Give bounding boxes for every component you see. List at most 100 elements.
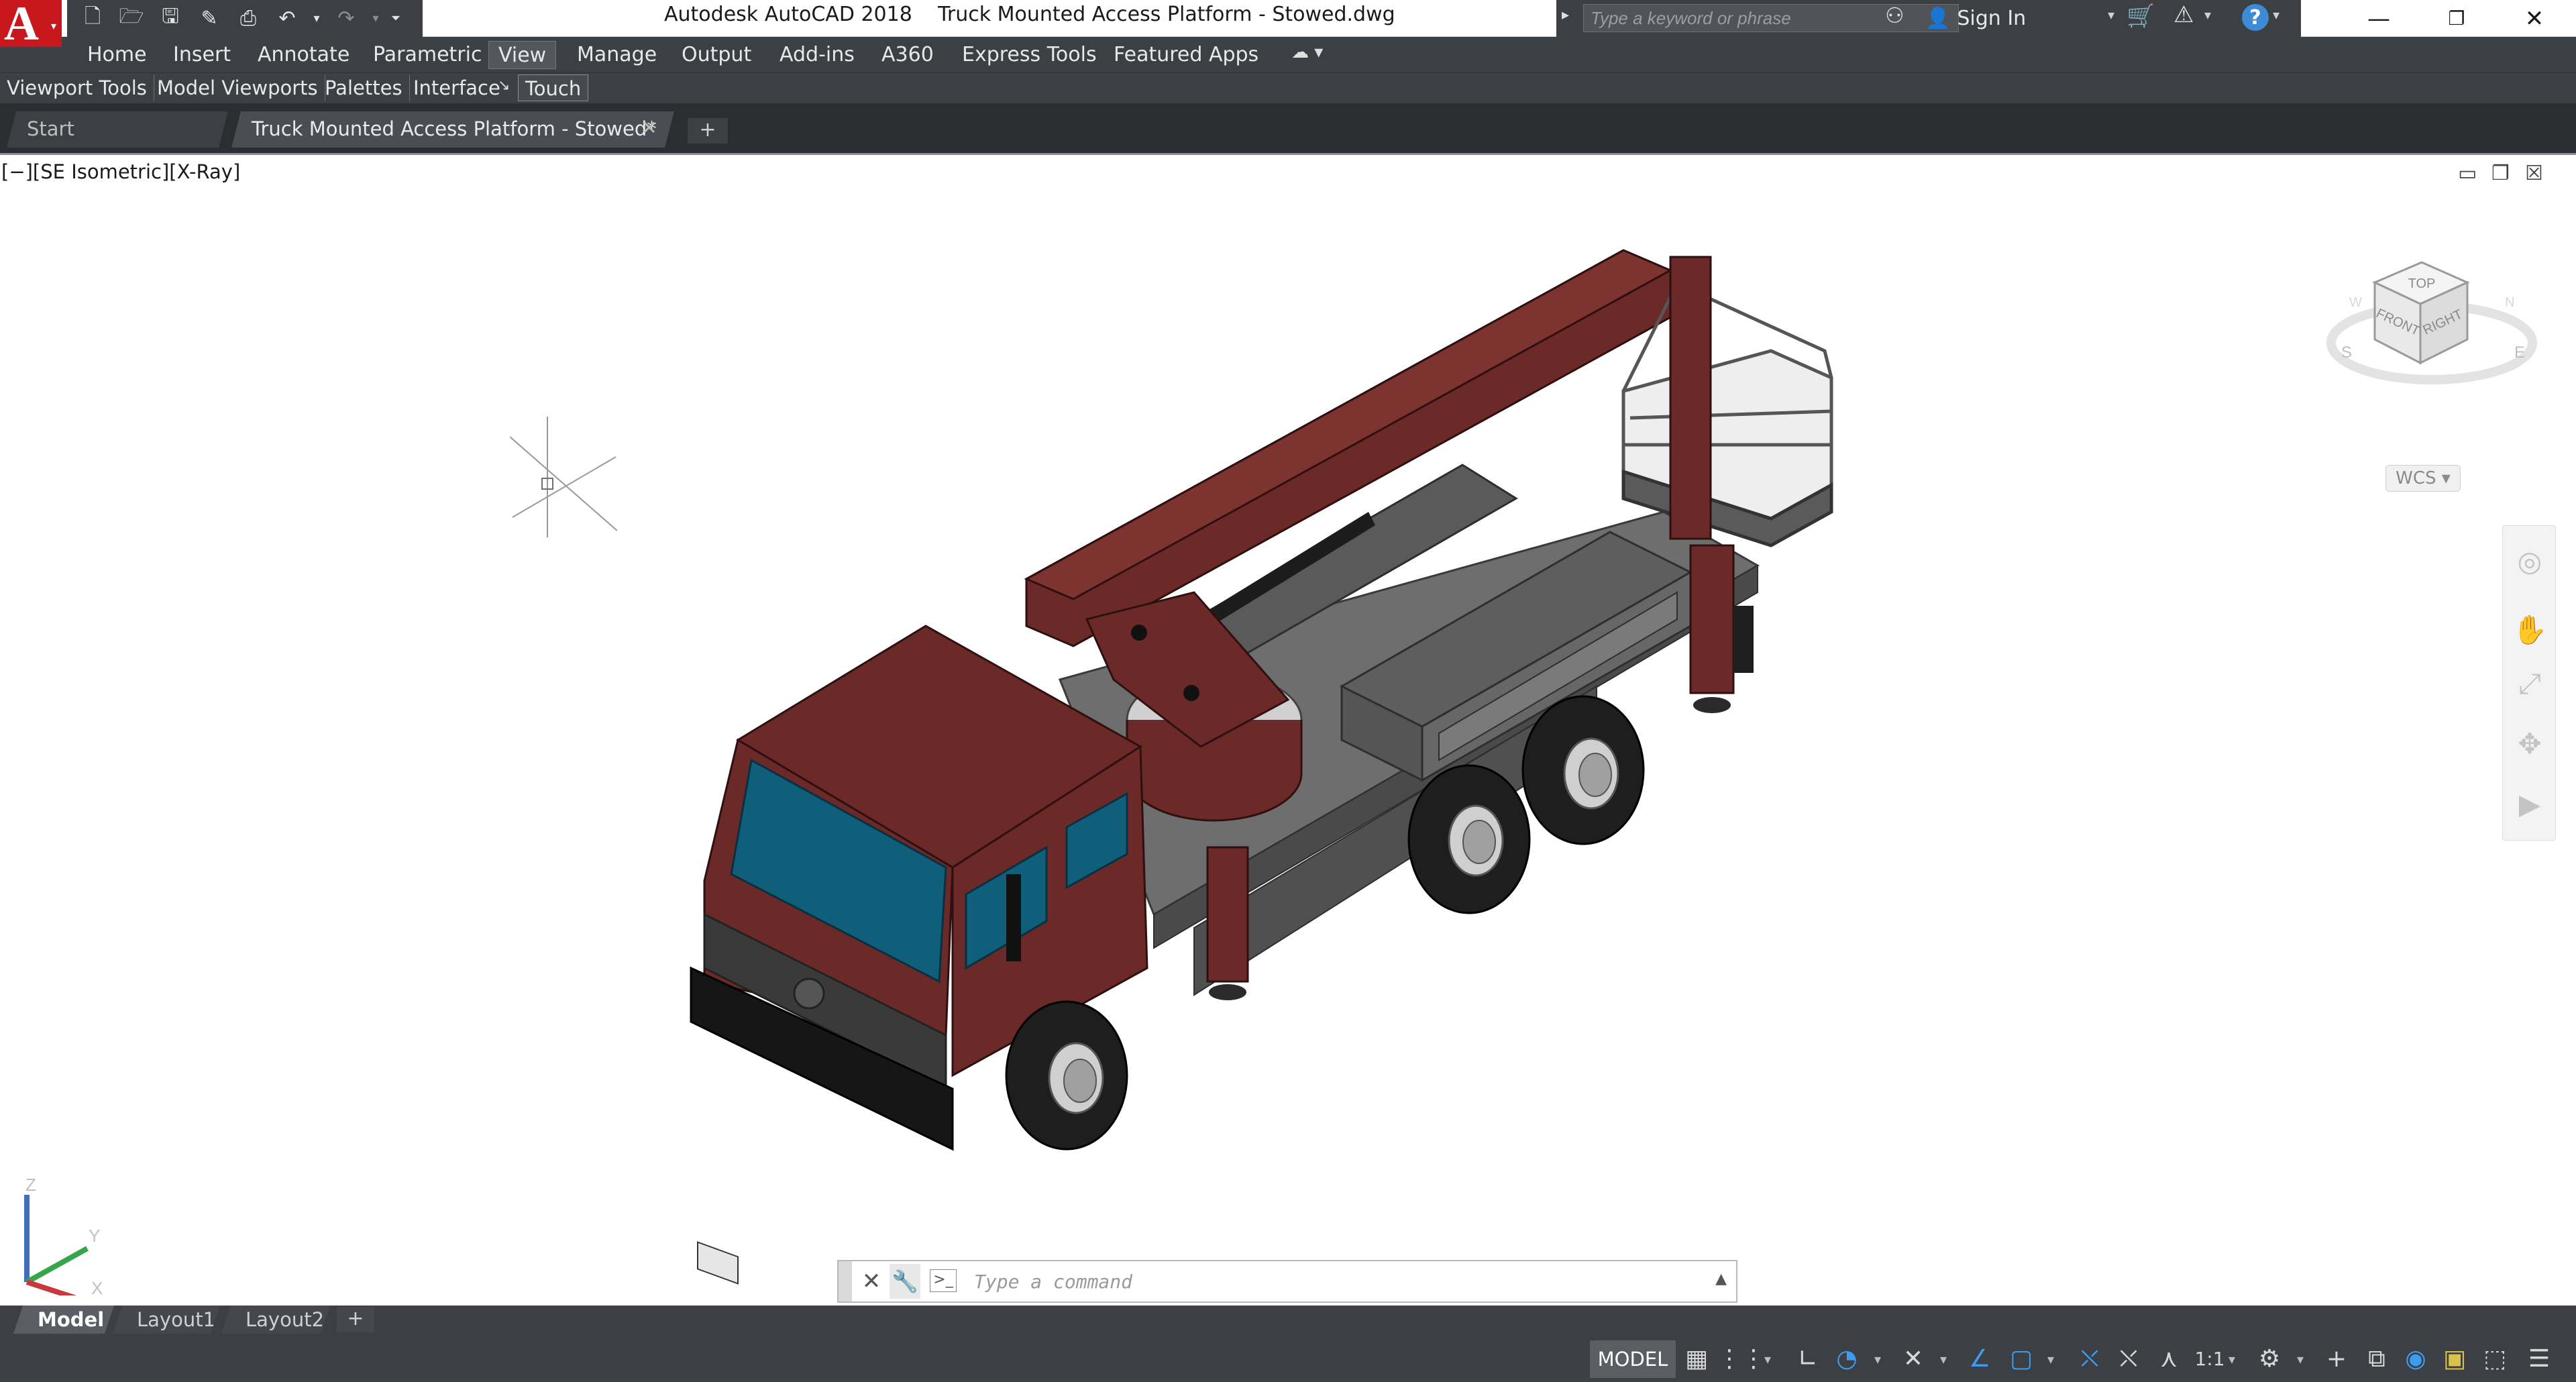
compass-west[interactable]: W bbox=[2349, 295, 2362, 310]
chevron-down-icon[interactable]: ▾ bbox=[1874, 1351, 1881, 1367]
plot-icon[interactable]: ⎙ bbox=[231, 3, 266, 34]
panel-model-viewports[interactable]: Model Viewports bbox=[150, 74, 325, 101]
chevron-down-icon[interactable]: ▾ bbox=[2204, 7, 2211, 23]
object-snap-icon[interactable]: ▢ bbox=[2006, 1343, 2037, 1375]
tab-parametric[interactable]: Parametric bbox=[364, 41, 491, 69]
model-space-button[interactable]: MODEL bbox=[1590, 1340, 1676, 1378]
status-bar: MODEL ▦ ⋮⋮ ▾ ∟ ◔ ▾ ✕ ▾ ∠ ▢ ▾ ⛌ ⛌ ⋏ 1:1 ▾… bbox=[0, 1336, 2576, 1382]
command-customize-icon[interactable]: 🔧 bbox=[890, 1264, 920, 1299]
expand-arrow-icon[interactable]: ▸ bbox=[1562, 7, 1569, 23]
tab-a360[interactable]: A360 bbox=[872, 41, 943, 69]
orbit-icon[interactable]: ✥ bbox=[2512, 727, 2547, 762]
tab-home[interactable]: Home bbox=[78, 41, 156, 69]
chevron-down-icon[interactable]: ▾ bbox=[2108, 7, 2114, 23]
chevron-down-icon[interactable]: ▾ bbox=[2273, 7, 2279, 23]
panel-touch[interactable]: Touch bbox=[518, 74, 589, 101]
customization-menu-icon[interactable]: ☰ bbox=[2524, 1343, 2555, 1375]
chevron-down-icon[interactable]: ▾ bbox=[2229, 1351, 2235, 1367]
wcs-menu-button[interactable]: WCS ▾ bbox=[2385, 465, 2461, 492]
annotation-scale-icon[interactable]: ⋏ bbox=[2153, 1343, 2184, 1375]
panel-expand-icon[interactable]: ↘ bbox=[498, 77, 510, 94]
drawing-area[interactable]: [−][SE Isometric][X-Ray] ▭ ❐ ☒ TOP FRONT… bbox=[0, 153, 2576, 1306]
command-input[interactable] bbox=[973, 1267, 1697, 1296]
tab-layout1[interactable]: Layout1 bbox=[113, 1306, 220, 1334]
annotation-scale-value[interactable]: 1:1 bbox=[2190, 1343, 2230, 1375]
panel-viewport-tools[interactable]: Viewport Tools bbox=[0, 74, 154, 101]
chevron-down-icon[interactable]: ▾ bbox=[2297, 1351, 2304, 1367]
save-as-icon[interactable]: ✎ bbox=[192, 3, 227, 34]
object-snap-tracking-icon[interactable]: ∠ bbox=[1964, 1343, 1995, 1375]
viewcube[interactable]: TOP FRONT RIGHT S E W N bbox=[2321, 256, 2542, 390]
front-outrigger bbox=[1206, 846, 1249, 983]
graphics-performance-icon[interactable]: ▣ bbox=[2439, 1343, 2470, 1375]
workspace-switching-icon[interactable]: ⚙ bbox=[2254, 1343, 2285, 1375]
compass-east[interactable]: E bbox=[2514, 343, 2525, 362]
sign-in-button[interactable]: 👤 Sign In bbox=[1925, 1, 2026, 35]
zoom-extents-icon[interactable]: ⤢ bbox=[2512, 667, 2547, 702]
new-tab-button[interactable]: + bbox=[688, 118, 728, 144]
units-icon[interactable]: ⧉ bbox=[2361, 1343, 2392, 1375]
window-title: Autodesk AutoCAD 2018 Truck Mounted Acce… bbox=[664, 3, 1395, 26]
close-icon[interactable]: ✕ bbox=[641, 117, 657, 139]
chevron-down-icon[interactable]: ▾ bbox=[1940, 1351, 1947, 1367]
compass-south[interactable]: S bbox=[2341, 343, 2352, 362]
quick-properties-icon[interactable]: ◉ bbox=[2400, 1343, 2431, 1375]
minimize-button[interactable]: — bbox=[2340, 0, 2418, 37]
auto-scale-icon[interactable]: ⛌ bbox=[2113, 1343, 2144, 1375]
tab-add-ins[interactable]: Add-ins bbox=[770, 41, 864, 69]
command-close-icon[interactable]: ✕ bbox=[856, 1264, 887, 1299]
help-icon[interactable]: ? bbox=[2242, 4, 2269, 31]
polar-tracking-icon[interactable]: ◔ bbox=[1831, 1343, 1862, 1375]
tab-insert[interactable]: Insert bbox=[164, 41, 240, 69]
cart-icon[interactable]: 🛒 bbox=[2127, 3, 2155, 30]
undo-dropdown-icon[interactable]: ▾ bbox=[309, 3, 325, 34]
compass-north[interactable]: N bbox=[2505, 295, 2514, 310]
tab-start[interactable]: Start bbox=[7, 111, 228, 148]
chevron-down-icon: ▾ bbox=[50, 19, 56, 32]
snap-icon[interactable]: ⋮⋮ bbox=[1717, 1343, 1766, 1375]
sign-in-label: Sign In bbox=[1957, 6, 2027, 30]
application-menu-button[interactable]: A ▾ bbox=[0, 0, 62, 50]
tab-view[interactable]: View bbox=[488, 41, 557, 69]
annotation-monitor-icon[interactable]: + bbox=[2321, 1343, 2352, 1375]
steering-wheel-icon[interactable]: ◎ bbox=[2512, 545, 2547, 580]
tab-output[interactable]: Output bbox=[672, 41, 761, 69]
chevron-down-icon[interactable]: ▾ bbox=[1764, 1351, 1771, 1367]
panel-interface[interactable]: Interface bbox=[407, 74, 532, 101]
grid-icon[interactable]: ▦ bbox=[1681, 1343, 1712, 1375]
undo-icon[interactable]: ↶ bbox=[270, 3, 305, 34]
redo-dropdown-icon[interactable]: ▾ bbox=[368, 3, 384, 34]
binoculars-icon[interactable]: ⚇ bbox=[1885, 3, 1904, 28]
isodraft-icon[interactable]: ✕ bbox=[1896, 1343, 1931, 1375]
tab-manage[interactable]: Manage bbox=[568, 41, 666, 69]
command-line-grip[interactable] bbox=[839, 1261, 852, 1301]
close-button[interactable]: ✕ bbox=[2496, 0, 2573, 37]
annotation-visibility-icon[interactable]: ⛌ bbox=[2074, 1343, 2105, 1375]
tab-drawing[interactable]: Truck Mounted Access Platform - Stowed* bbox=[231, 111, 674, 148]
open-icon[interactable]: 🗁 bbox=[114, 3, 149, 34]
ribbon-minimize-icon[interactable]: ☁ ▾ bbox=[1291, 42, 1323, 62]
panel-palettes[interactable]: Palettes bbox=[318, 74, 410, 101]
chevron-down-icon[interactable]: ▾ bbox=[2047, 1351, 2054, 1367]
showmotion-icon[interactable]: ▶ bbox=[2512, 788, 2547, 822]
redo-icon[interactable]: ↷ bbox=[329, 3, 364, 34]
ucs-y-label: Y bbox=[89, 1226, 100, 1246]
ortho-icon[interactable]: ∟ bbox=[1792, 1343, 1823, 1375]
truck-3d-model[interactable] bbox=[0, 155, 2576, 1308]
pan-icon[interactable]: ✋ bbox=[2512, 613, 2547, 648]
save-icon[interactable]: 🖫 bbox=[153, 3, 188, 34]
a360-icon[interactable]: ⚠ bbox=[2174, 1, 2194, 28]
restore-button[interactable]: ❐ bbox=[2418, 0, 2496, 37]
command-history-icon[interactable]: ▲ bbox=[1715, 1271, 1727, 1287]
tab-featured-apps[interactable]: Featured Apps bbox=[1104, 41, 1268, 69]
new-icon[interactable]: 🗋 bbox=[75, 3, 110, 34]
tab-layout2[interactable]: Layout2 bbox=[221, 1306, 330, 1334]
add-layout-button[interactable]: + bbox=[337, 1307, 374, 1332]
rear-outrigger bbox=[1689, 544, 1735, 694]
clean-screen-icon[interactable]: ⬚ bbox=[2479, 1343, 2510, 1375]
tab-express-tools[interactable]: Express Tools bbox=[953, 41, 1106, 69]
customize-qat-icon[interactable]: ⏷ bbox=[388, 3, 404, 34]
recent-commands-icon[interactable]: >_ bbox=[930, 1269, 957, 1292]
tab-annotate[interactable]: Annotate bbox=[248, 41, 359, 69]
tab-model[interactable]: Model bbox=[13, 1306, 114, 1334]
